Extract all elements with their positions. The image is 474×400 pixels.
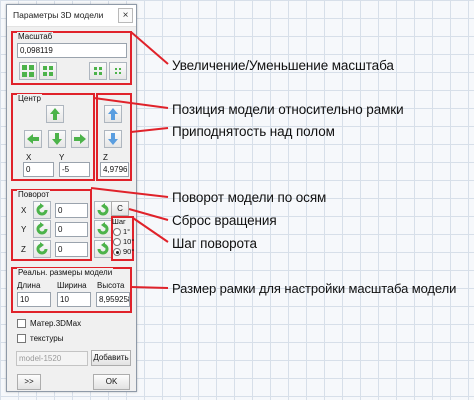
center-y-input[interactable]: -5 bbox=[59, 162, 90, 177]
title-bar: Параметры 3D модели × bbox=[7, 5, 136, 27]
rotate-ccw-icon bbox=[36, 222, 48, 235]
arrow-down-blue-icon bbox=[108, 133, 118, 145]
center-z-input[interactable]: 4,9796 bbox=[100, 162, 129, 177]
real-size-group-label: Реальн. размеры модели bbox=[17, 268, 114, 277]
textures-checkbox[interactable] bbox=[17, 334, 26, 343]
arrow-right-green-icon bbox=[74, 134, 86, 144]
move-down-button[interactable] bbox=[48, 130, 66, 148]
window-title: Параметры 3D модели bbox=[13, 10, 104, 20]
center-x-label: X bbox=[26, 153, 32, 162]
step-10-label: 10° bbox=[123, 237, 135, 246]
arrow-left-green-icon bbox=[27, 134, 39, 144]
leader-step bbox=[132, 217, 169, 243]
annotation-zoom: Увеличение/Уменьшение масштаба bbox=[172, 58, 394, 73]
scale-input[interactable]: 0,098119 bbox=[17, 43, 127, 58]
rotate-z-ccw-button[interactable] bbox=[33, 240, 51, 258]
step-90-radio[interactable] bbox=[113, 248, 121, 256]
ok-button[interactable]: OK bbox=[93, 374, 130, 390]
annotation-rotation: Поворот модели по осям bbox=[172, 190, 327, 205]
rotation-z-label: Z bbox=[21, 245, 26, 254]
step-label: Шаг bbox=[112, 217, 126, 226]
height-label: Высота bbox=[97, 281, 125, 290]
move-up-button[interactable] bbox=[46, 105, 64, 123]
move-right-button[interactable] bbox=[71, 130, 89, 148]
width-label: Ширина bbox=[57, 281, 87, 290]
step-1-label: 1° bbox=[123, 227, 131, 236]
zoom-in-button[interactable] bbox=[39, 62, 57, 80]
rotate-y-cw-button[interactable] bbox=[94, 220, 112, 238]
rotation-y-input[interactable]: 0 bbox=[55, 222, 88, 237]
zoom-out-icon bbox=[94, 67, 102, 75]
rotate-y-ccw-button[interactable] bbox=[33, 220, 51, 238]
zoom-out-button[interactable] bbox=[89, 62, 107, 80]
rotate-ccw-icon bbox=[36, 242, 48, 255]
annotation-elevation: Приподнятость над полом bbox=[172, 124, 335, 139]
center-group-label: Центр bbox=[17, 94, 42, 103]
annotation-position: Позиция модели относительно рамки bbox=[172, 102, 404, 117]
rotate-cw-icon bbox=[97, 222, 109, 235]
rotation-x-label: X bbox=[21, 206, 27, 215]
rotate-ccw-icon bbox=[36, 203, 48, 216]
raise-button[interactable] bbox=[104, 105, 122, 123]
annotation-size: Размер рамки для настройки масштаба моде… bbox=[172, 281, 457, 296]
rotation-x-input[interactable]: 0 bbox=[55, 203, 88, 218]
step-1-radio[interactable] bbox=[113, 228, 121, 236]
zoom-out-large-icon bbox=[115, 68, 121, 74]
rotate-cw-icon bbox=[97, 242, 109, 255]
rotate-x-ccw-button[interactable] bbox=[33, 201, 51, 219]
center-x-input[interactable]: 0 bbox=[23, 162, 54, 177]
zoom-out-large-button[interactable] bbox=[109, 62, 127, 80]
width-input[interactable]: 10 bbox=[57, 292, 91, 307]
step-10-radio[interactable] bbox=[113, 238, 121, 246]
zoom-in-large-button[interactable] bbox=[19, 62, 37, 80]
arrow-up-blue-icon bbox=[108, 108, 118, 120]
mat3dmax-label: Матер.3DMax bbox=[30, 319, 82, 328]
close-button[interactable]: × bbox=[118, 8, 133, 23]
move-left-button[interactable] bbox=[24, 130, 42, 148]
height-input[interactable]: 8,959258 bbox=[96, 292, 130, 307]
rotate-cw-icon bbox=[97, 203, 109, 216]
center-z-label: Z bbox=[103, 153, 108, 162]
textures-label: текстуры bbox=[30, 334, 64, 343]
mat3dmax-checkbox[interactable] bbox=[17, 319, 26, 328]
annotation-step: Шаг поворота bbox=[172, 236, 257, 251]
lower-button[interactable] bbox=[104, 130, 122, 148]
expand-button[interactable]: >> bbox=[17, 374, 41, 390]
rotate-x-cw-button[interactable] bbox=[94, 201, 112, 219]
rotation-z-input[interactable]: 0 bbox=[55, 242, 88, 257]
arrow-up-green-icon bbox=[50, 108, 60, 120]
length-input[interactable]: 10 bbox=[17, 292, 51, 307]
annotation-reset: Сброс вращения bbox=[172, 213, 277, 228]
arrow-down-green-icon bbox=[52, 133, 62, 145]
scale-group-label: Масштаб bbox=[17, 32, 54, 41]
rotation-y-label: Y bbox=[21, 225, 27, 234]
reset-rotation-button[interactable]: С bbox=[111, 201, 129, 216]
zoom-in-icon bbox=[43, 66, 53, 76]
model-name-input[interactable]: model-1520 bbox=[16, 351, 88, 366]
zoom-in-large-icon bbox=[22, 65, 34, 77]
add-button[interactable]: Добавить bbox=[91, 350, 131, 366]
length-label: Длина bbox=[17, 281, 41, 290]
rotate-z-cw-button[interactable] bbox=[94, 240, 112, 258]
rotation-group-label: Поворот bbox=[17, 190, 51, 199]
model-params-window: Параметры 3D модели × Масштаб 0,098119 Ц… bbox=[6, 4, 137, 392]
step-90-label: 90° bbox=[123, 247, 135, 256]
center-y-label: Y bbox=[59, 153, 65, 162]
